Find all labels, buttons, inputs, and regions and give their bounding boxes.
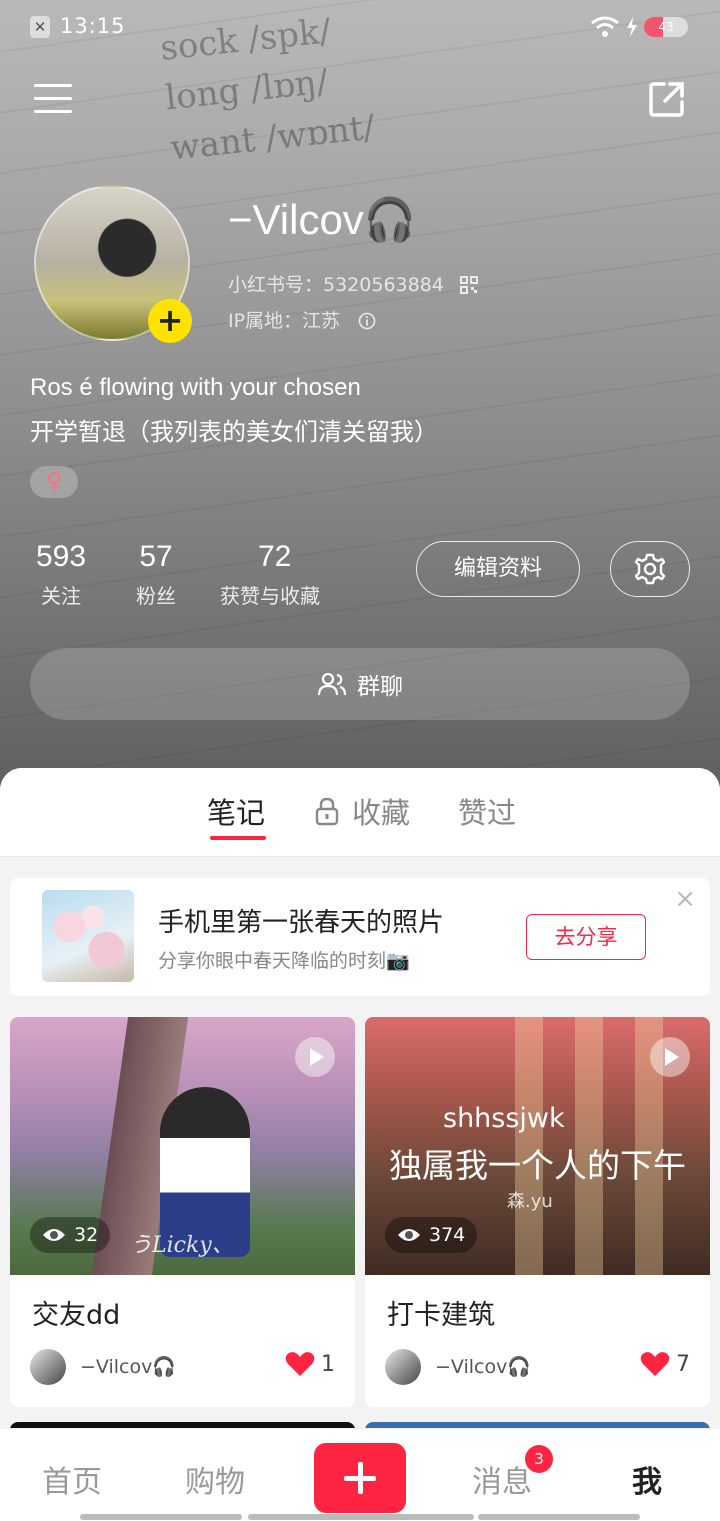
tab-bar: 笔记 收藏 赞过 [0,768,720,857]
author-name: −Vilcov🎧 [80,1356,177,1378]
eye-icon [398,1229,420,1241]
add-avatar-button[interactable]: + [148,299,192,343]
heart-icon [640,1352,670,1376]
gesture-bar [478,1514,640,1520]
eye-icon [43,1229,65,1241]
tab-liked[interactable]: 赞过 [458,790,516,832]
promo-subtitle: 分享你眼中春天降临的时刻📷 [158,950,410,972]
menu-icon[interactable] [34,84,72,116]
cover-text: shhssjwk [443,1103,565,1134]
info-icon[interactable] [358,312,376,330]
gear-icon [634,553,666,585]
nav-shopping[interactable]: 购物 [185,1457,245,1501]
like-button[interactable]: 1 [285,1351,335,1377]
avatar-container[interactable]: + [34,185,192,343]
settings-button[interactable] [610,541,690,597]
stat-label: 粉丝 [136,584,176,608]
group-chat-button[interactable]: 群聊 [30,648,690,720]
qr-code-icon[interactable] [459,276,478,294]
stat-label: 获赞与收藏 [220,584,320,608]
bio-line: Ros é flowing with your chosen [30,374,361,401]
bottom-nav: 首页 购物 消息 3 我 [0,1428,720,1521]
active-tab-indicator [210,836,266,840]
status-bar: ✕ 13:15 43 [0,0,720,56]
battery-indicator: 43 [644,17,688,37]
ip-location-text: IP属地：江苏 [228,310,341,332]
like-count: 1 [321,1351,335,1377]
stat-followers[interactable]: 57 粉丝 [136,540,176,609]
author-avatar [385,1349,421,1385]
nav-messages[interactable]: 消息 [472,1457,532,1501]
stat-following[interactable]: 593 关注 [36,540,86,609]
content-sheet: 笔记 收藏 赞过 手机里第一张春天的照片 分享你眼中春天降临的时刻📷 去分享 ×… [0,768,720,1520]
like-button[interactable]: 7 [640,1351,690,1377]
author-avatar [30,1349,66,1385]
charging-icon [627,17,637,37]
red-id-text: 小红书号：5320563884 [228,274,444,296]
close-icon[interactable]: × [674,884,696,914]
note-card[interactable]: shhssjwk 独属我一个人的下午 森.yu 374 打卡建筑 −Vilcov… [365,1017,710,1407]
promo-title: 手机里第一张春天的照片 [158,908,445,938]
nav-home[interactable]: 首页 [42,1457,102,1501]
promo-banner[interactable]: 手机里第一张春天的照片 分享你眼中春天降临的时刻📷 去分享 × [10,878,710,996]
promo-thumbnail [42,890,134,982]
bio-line: 开学暂退（我列表的美女们清关留我） [30,419,438,446]
tab-notes[interactable]: 笔记 [207,790,265,832]
note-title: 交友dd [32,1300,121,1331]
gesture-bar [248,1514,474,1520]
view-count-value: 374 [429,1224,466,1246]
heart-icon [285,1352,315,1376]
share-icon[interactable] [648,80,686,118]
stat-label: 关注 [41,584,82,608]
view-count: 374 [385,1217,478,1253]
cover-text: 独属我一个人的下午 [389,1146,686,1185]
message-badge: 3 [525,1445,553,1473]
battery-level: 43 [658,20,674,34]
play-icon [650,1037,690,1077]
play-icon [295,1037,335,1077]
stat-value: 72 [258,540,292,573]
lock-icon [315,797,339,826]
group-icon [317,672,347,696]
view-count: 32 [30,1217,111,1253]
view-count-value: 32 [74,1224,99,1246]
gesture-bar [80,1514,242,1520]
stat-likes-collects[interactable]: 72 获赞与收藏 [220,540,320,609]
wifi-icon [591,16,619,37]
stat-value: 57 [139,540,173,573]
author-name: −Vilcov🎧 [435,1356,532,1378]
cover-text: 森.yu [507,1191,553,1212]
nickname: −Vilcov🎧 [228,196,417,243]
stat-value: 593 [36,540,87,573]
red-id: 小红书号：5320563884 [228,270,478,297]
tab-collections-label: 收藏 [352,796,411,830]
note-title: 打卡建筑 [387,1300,495,1331]
like-count: 7 [676,1351,690,1377]
create-post-button[interactable] [314,1443,406,1513]
nav-me[interactable]: 我 [632,1457,662,1501]
edit-profile-button[interactable]: 编辑资料 [416,541,580,597]
ip-location: IP属地：江苏 [228,306,376,333]
gender-female-icon: ♀ [30,466,78,498]
cover-signature: うLicky、 [130,1233,234,1258]
status-time: 13:15 [60,14,126,38]
note-card[interactable]: うLicky、 32 交友dd −Vilcov🎧 1 [10,1017,355,1407]
go-share-button[interactable]: 去分享 [526,914,646,960]
tab-collections[interactable]: 收藏 [314,790,410,832]
notification-icon: ✕ [30,16,50,38]
group-chat-label: 群聊 [357,674,403,700]
